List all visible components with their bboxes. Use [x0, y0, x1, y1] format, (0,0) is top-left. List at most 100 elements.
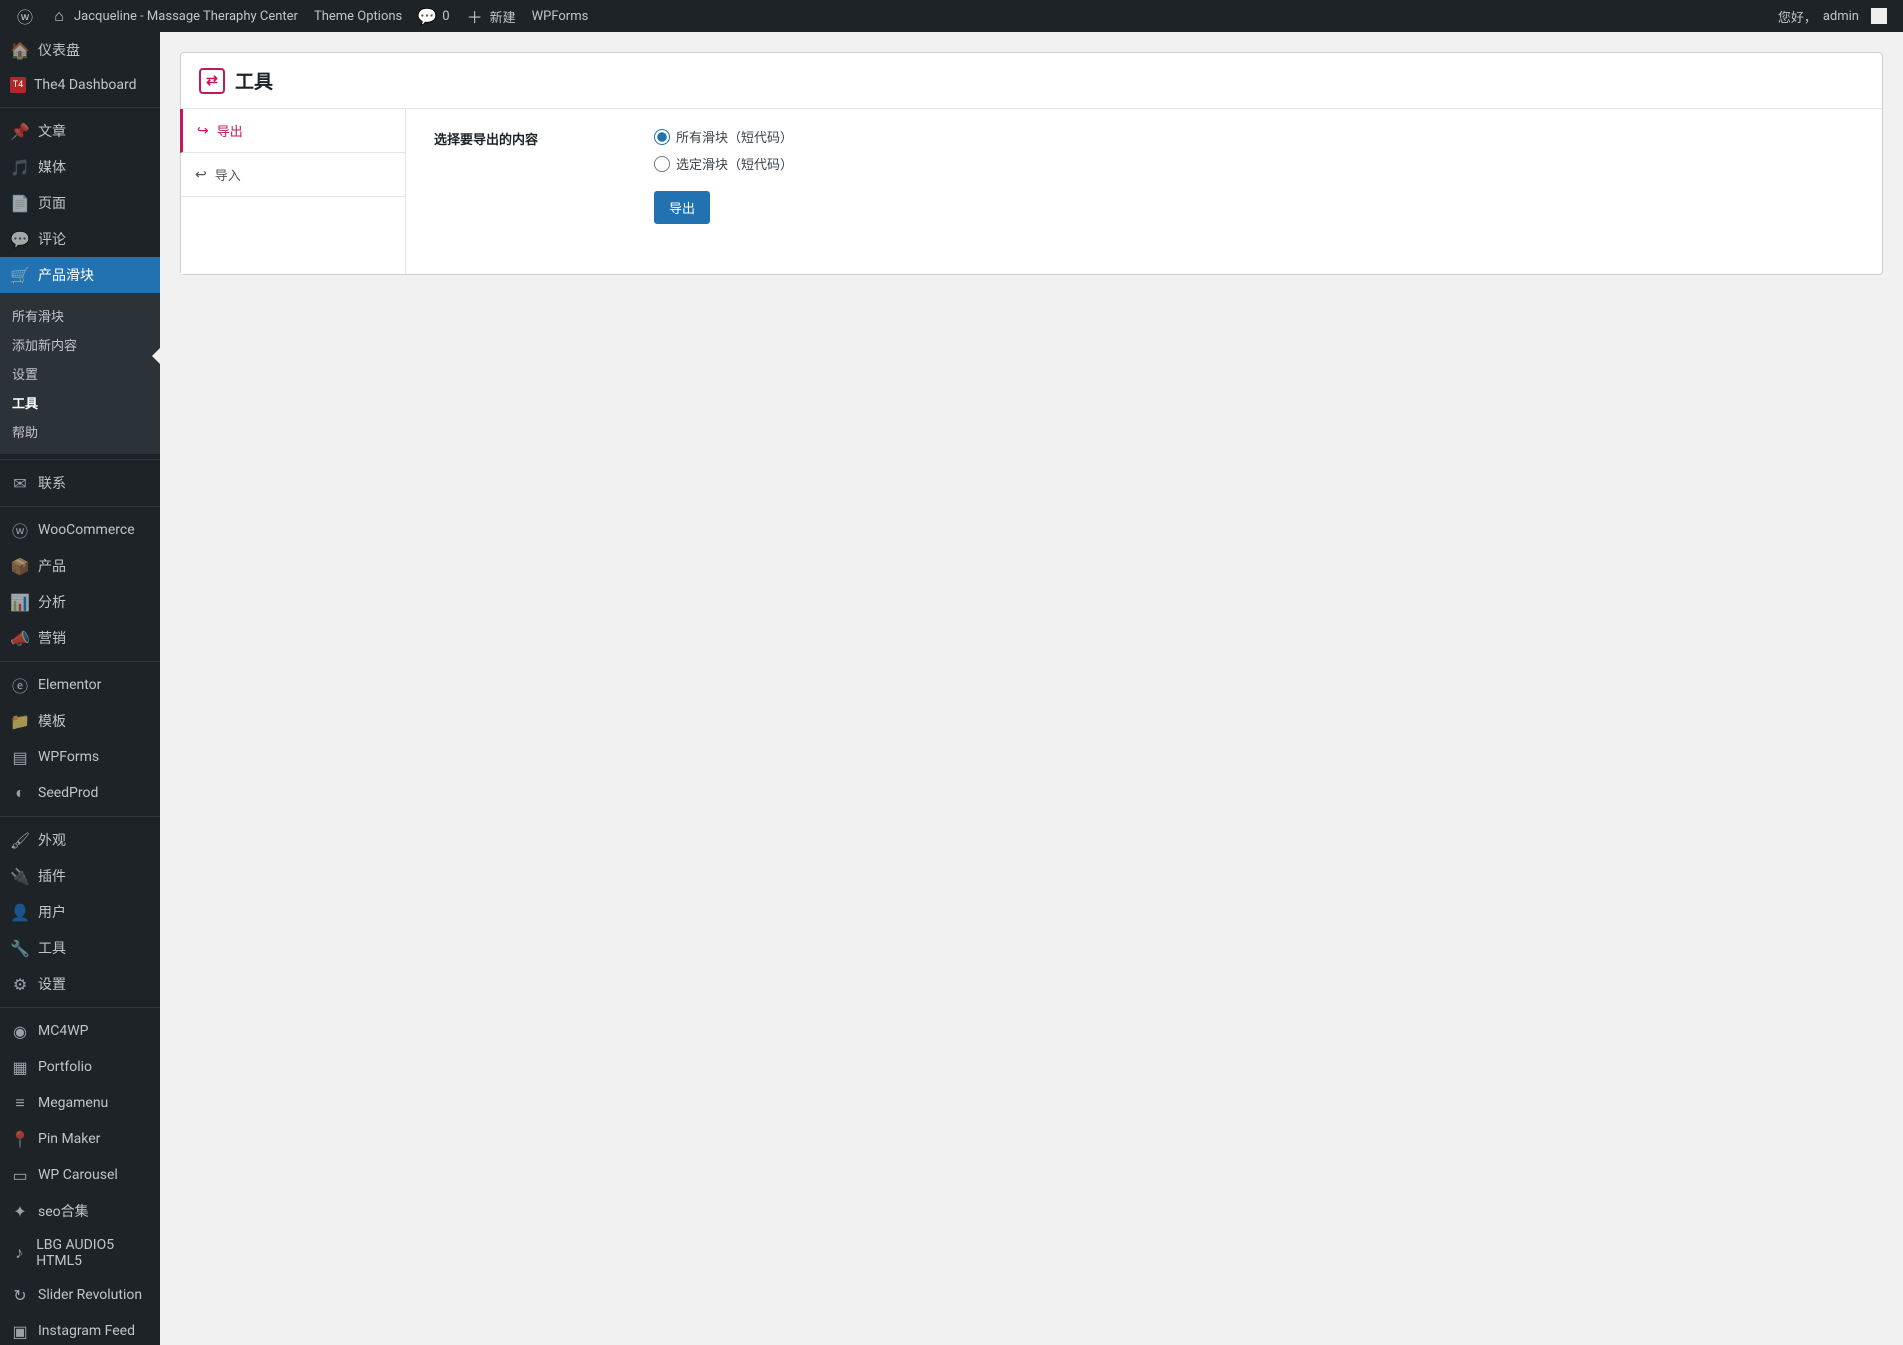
sidebar-item-label: Megamenu: [38, 1095, 108, 1111]
sidebar-item-24[interactable]: 📍Pin Maker: [0, 1121, 160, 1157]
export-icon: ↪: [197, 123, 209, 139]
sidebar-item-label: 工具: [38, 938, 66, 958]
tab-export[interactable]: ↪导出: [180, 109, 405, 153]
sidebar-item-label: The4 Dashboard: [34, 77, 137, 93]
sidebar-item-16[interactable]: 🖌外观: [0, 822, 160, 858]
sidebar-item-8[interactable]: ⓦWooCommerce: [0, 512, 160, 548]
carousel-icon: ▭: [10, 1165, 30, 1185]
sidebar-item-label: Pin Maker: [38, 1131, 100, 1147]
radio-label: 选定滑块（短代码）: [676, 154, 793, 173]
media-icon: 🎵: [10, 157, 30, 177]
settings-icon: ⚙: [10, 974, 30, 994]
wp-logo[interactable]: ⓦ: [8, 0, 42, 32]
portfolio-icon: ▦: [10, 1057, 30, 1077]
sidebar-item-14[interactable]: ▤WPForms: [0, 739, 160, 775]
radio-option-0[interactable]: 所有滑块（短代码）: [654, 127, 1854, 146]
sidebar-item-21[interactable]: ◉MC4WP: [0, 1013, 160, 1049]
cart-icon: 🛒: [10, 265, 30, 285]
sidebar-item-18[interactable]: 👤用户: [0, 894, 160, 930]
username-text: admin: [1823, 9, 1859, 24]
submenu-item-2[interactable]: 设置: [0, 359, 160, 388]
sidebar-item-label: 仪表盘: [38, 40, 80, 60]
sidebar-item-6[interactable]: 🛒产品滑块: [0, 257, 160, 293]
theme-options-link[interactable]: Theme Options: [306, 0, 410, 32]
sidebar-item-25[interactable]: ▭ WP Carousel: [0, 1157, 160, 1193]
sidebar-item-5[interactable]: 💬评论: [0, 221, 160, 257]
sidebar-item-13[interactable]: 📁模板: [0, 703, 160, 739]
submenu-item-3[interactable]: 工具: [0, 388, 160, 417]
users-icon: 👤: [10, 902, 30, 922]
radio-input-1[interactable]: [654, 156, 670, 172]
submenu-item-0[interactable]: 所有滑块: [0, 301, 160, 330]
sidebar-item-7[interactable]: ✉ 联系: [0, 465, 160, 501]
export-button[interactable]: 导出: [654, 191, 710, 224]
sidebar-item-19[interactable]: 🔧 工具: [0, 930, 160, 966]
marketing-icon: 📣: [10, 628, 30, 648]
site-name: Jacqueline - Massage Theraphy Center: [74, 9, 298, 24]
radio-option-1[interactable]: 选定滑块（短代码）: [654, 154, 1854, 173]
form-column: 选择要导出的内容 所有滑块（短代码）选定滑块（短代码）导出: [406, 109, 1882, 274]
sidebar-item-10[interactable]: 📊分析: [0, 584, 160, 620]
sidebar-item-0[interactable]: 🏠 仪表盘: [0, 32, 160, 68]
sidebar-item-3[interactable]: 🎵 媒体: [0, 149, 160, 185]
sidebar-item-28[interactable]: ↻Slider Revolution: [0, 1277, 160, 1313]
the4-icon: T4: [10, 77, 26, 93]
submenu-item-1[interactable]: 添加新内容: [0, 330, 160, 359]
sidebar-item-1[interactable]: T4 The4 Dashboard: [0, 68, 160, 102]
sidebar-item-27[interactable]: ♪ LBG AUDIO5 HTML5: [0, 1229, 160, 1277]
sidebar-item-26[interactable]: ✦seo合集: [0, 1193, 160, 1229]
sidebar-item-label: 联系: [38, 473, 66, 493]
submenu-item-4[interactable]: 帮助: [0, 417, 160, 446]
sidebar-item-label: Slider Revolution: [38, 1287, 142, 1303]
page-title: 工具: [235, 67, 273, 94]
import-icon: ↩: [195, 167, 207, 183]
wordpress-icon: ⓦ: [16, 4, 34, 28]
sidebar-item-label: MC4WP: [38, 1023, 88, 1039]
comments-count: 0: [442, 9, 449, 24]
sidebar-item-17[interactable]: 🔌插件: [0, 858, 160, 894]
sidebar-item-label: Instagram Feed: [38, 1323, 135, 1339]
sidebar-item-9[interactable]: 📦产品: [0, 548, 160, 584]
sidebar-item-29[interactable]: ▣Instagram Feed: [0, 1313, 160, 1345]
tab-label: 导入: [215, 165, 241, 184]
sidebar-item-label: 媒体: [38, 157, 66, 177]
card-header: ⇄ 工具: [181, 53, 1882, 109]
submenu: 所有滑块添加新内容设置工具帮助: [0, 293, 160, 454]
sidebar-item-4[interactable]: 📄页面: [0, 185, 160, 221]
sidebar-item-label: WP Carousel: [38, 1167, 118, 1183]
user-greeting[interactable]: 您好，admin: [1770, 0, 1895, 32]
sidebar-item-label: 设置: [38, 974, 66, 994]
sidebar-item-label: 页面: [38, 193, 66, 213]
sidebar-item-11[interactable]: 📣营销: [0, 620, 160, 656]
tools-card: ⇄ 工具 ↪导出↩导入 选择要导出的内容 所有滑块（短代码）选定滑块（短代码）导…: [180, 52, 1883, 275]
pin-icon: 📌: [10, 121, 30, 141]
sidebar-item-label: seo合集: [38, 1201, 89, 1221]
tab-import[interactable]: ↩ 导入: [181, 153, 405, 197]
wpforms-link[interactable]: WPForms: [524, 0, 597, 32]
tabs-column: ↪导出 ↩ 导入: [181, 109, 406, 274]
sidebar-item-15[interactable]: ◐SeedProd: [0, 775, 160, 811]
new-content-link[interactable]: ＋新建: [458, 0, 524, 32]
tools-icon: 🔧: [10, 938, 30, 958]
sidebar-item-20[interactable]: ⚙ 设置: [0, 966, 160, 1002]
sidebar-item-label: 插件: [38, 866, 66, 886]
woo-icon: ⓦ: [10, 520, 30, 540]
megamenu-icon: ≡: [10, 1093, 30, 1113]
audio-icon: ♪: [10, 1243, 28, 1263]
comments-link[interactable]: 💬0: [410, 0, 457, 32]
elementor-icon: ⓔ: [10, 675, 30, 695]
mail-icon: ✉: [10, 473, 30, 493]
gauge-icon: 🏠: [10, 40, 30, 60]
analytics-icon: 📊: [10, 592, 30, 612]
sidebar-item-12[interactable]: ⓔElementor: [0, 667, 160, 703]
comment-icon: 💬: [418, 7, 436, 26]
user-avatar: [1871, 8, 1887, 24]
sidebar-item-label: SeedProd: [38, 785, 98, 801]
sidebar-item-23[interactable]: ≡ Megamenu: [0, 1085, 160, 1121]
sidebar-item-22[interactable]: ▦Portfolio: [0, 1049, 160, 1085]
sidebar-item-2[interactable]: 📌文章: [0, 113, 160, 149]
radio-group: 所有滑块（短代码） 选定滑块（短代码） 导出: [654, 127, 1854, 224]
radio-input-0[interactable]: [654, 129, 670, 145]
sidebar-item-label: LBG AUDIO5 HTML5: [36, 1237, 152, 1269]
site-name-link[interactable]: ⌂Jacqueline - Massage Theraphy Center: [42, 0, 306, 32]
